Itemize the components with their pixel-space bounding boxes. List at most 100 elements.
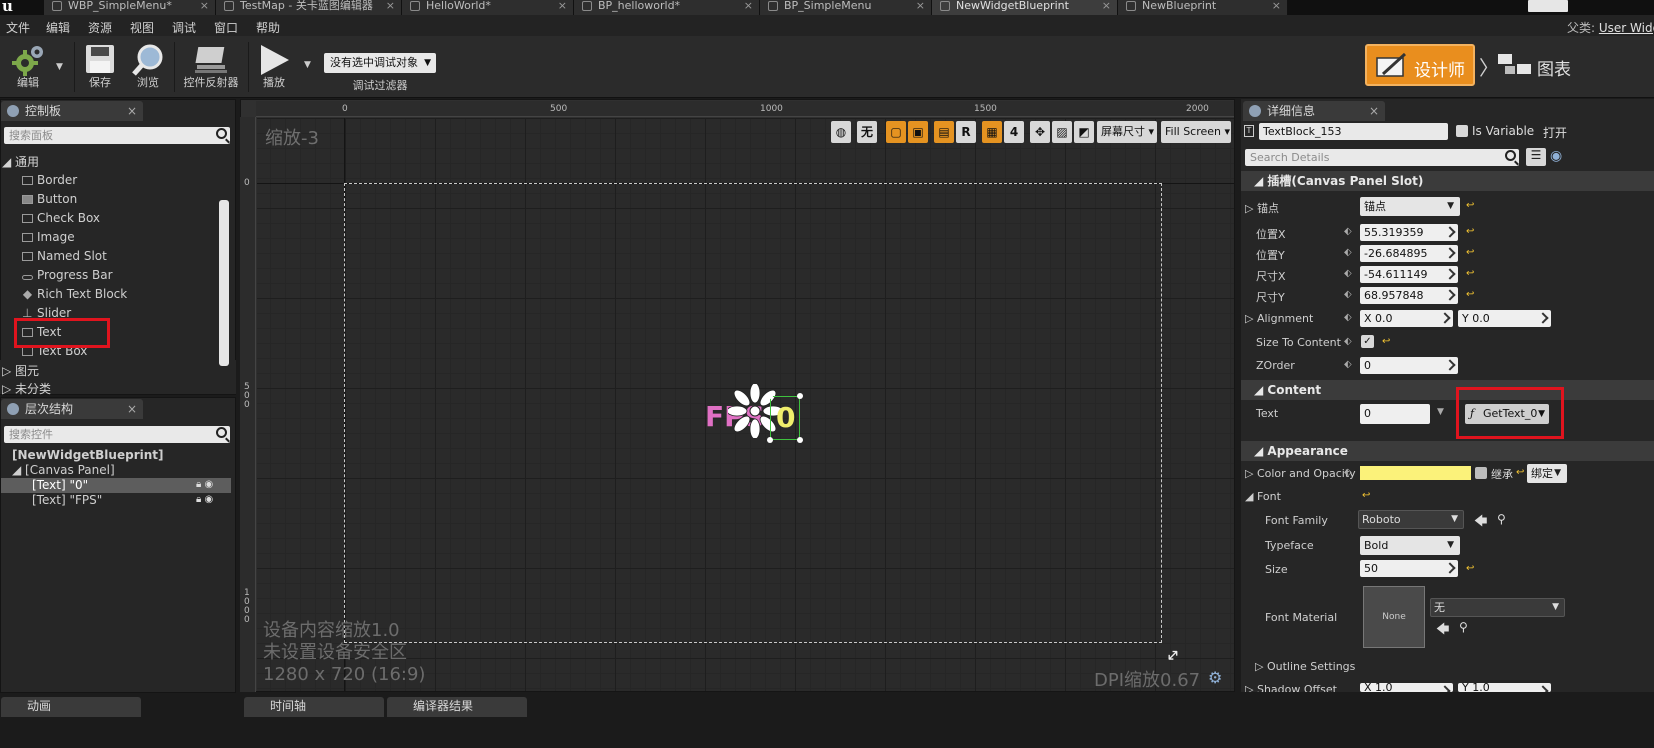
compile-button[interactable]: 编辑 — [2, 38, 54, 96]
menu-window[interactable]: 窗口 — [214, 19, 238, 36]
palette-category-uncategorized[interactable]: ▷ 未分类 — [2, 380, 51, 397]
grid-snap-icon[interactable]: ▦ — [982, 121, 1002, 143]
color-swatch[interactable] — [1360, 466, 1471, 480]
palette-category-primitive[interactable]: ▷ 图元 — [2, 362, 39, 379]
keyframe-icon[interactable]: ⬖ — [1344, 289, 1352, 300]
keyframe-icon[interactable]: ⬖ — [1344, 359, 1352, 370]
section-canvas-panel-slot[interactable]: ◢ 插槽(Canvas Panel Slot) — [1241, 171, 1654, 191]
use-selected-arrow-icon[interactable]: 🡄 — [1474, 512, 1487, 534]
reset-icon[interactable]: ↩ — [1466, 289, 1474, 300]
widget-reflector-button[interactable]: 控件反射器 — [178, 38, 244, 96]
tab-bp-simplemenu[interactable]: BP_SimpleMenu × — [760, 0, 932, 15]
keyframe-icon[interactable]: ⬖ — [1344, 268, 1352, 279]
tab-hierarchy[interactable]: 层次结构 × — [1, 399, 143, 419]
reset-icon[interactable]: ↩ — [1466, 247, 1474, 258]
pos-y-input[interactable]: -26.684895 — [1360, 245, 1458, 262]
reset-icon[interactable]: ↩ — [1382, 336, 1390, 347]
tab-details[interactable]: 详细信息 × — [1243, 101, 1385, 121]
alignment-y-input[interactable]: Y 0.0 — [1458, 310, 1551, 327]
hierarchy-search-input[interactable]: 搜索控件 — [4, 426, 230, 443]
browse-button[interactable]: 浏览 — [126, 38, 170, 96]
text-value-input[interactable]: 0 — [1360, 404, 1430, 424]
section-appearance[interactable]: ◢ Appearance — [1241, 441, 1654, 461]
play-button[interactable]: 播放 — [252, 38, 296, 96]
pos-x-input[interactable]: 55.319359 — [1360, 224, 1458, 241]
use-selected-arrow-icon[interactable]: 🡄 — [1436, 620, 1449, 642]
details-settings-eye-icon[interactable]: ◉ — [1550, 148, 1570, 166]
tab-compiler-results[interactable]: 编译器结果 — [387, 697, 527, 717]
font-material-select[interactable]: 无 ▼ — [1430, 598, 1565, 617]
palette-item-check-box[interactable]: Check Box — [22, 211, 100, 225]
compile-options-chevron-icon[interactable]: ▼ — [56, 62, 63, 72]
menu-debug[interactable]: 调试 — [172, 19, 196, 36]
close-icon[interactable]: × — [916, 0, 925, 11]
keyframe-icon[interactable]: ⬖ — [1344, 247, 1352, 258]
hierarchy-root[interactable]: [NewWidgetBlueprint] — [12, 448, 163, 462]
tab-helloworld[interactable]: HelloWorld* × — [402, 0, 574, 15]
palette-item-progress-bar[interactable]: Progress Bar — [22, 268, 113, 282]
anchor-dropdown[interactable]: 锚点 — [1360, 197, 1460, 216]
palette-item-border[interactable]: Border — [22, 173, 77, 187]
close-icon[interactable]: × — [386, 0, 395, 11]
close-icon[interactable]: × — [1102, 0, 1111, 11]
font-size-input[interactable]: 50 — [1360, 560, 1458, 577]
graph-mode-button[interactable]: 图表 — [1495, 48, 1654, 84]
screen-size-select[interactable]: 屏幕尺寸 ▾ — [1097, 121, 1157, 143]
dpi-settings-gear-icon[interactable]: ⚙ — [1208, 668, 1222, 687]
zoom-fit-icon[interactable]: ✥ — [1030, 121, 1050, 143]
zorder-input[interactable]: 0 — [1360, 357, 1458, 374]
details-search-input[interactable]: Search Details — [1245, 149, 1519, 166]
palette-scrollbar[interactable] — [219, 200, 229, 366]
palette-category-common[interactable]: ◢ 通用 — [2, 153, 39, 170]
alignment-x-input[interactable]: X 0.0 — [1360, 310, 1453, 327]
resize-handle[interactable] — [797, 437, 803, 443]
tab-timeline[interactable]: 时间轴 — [244, 697, 384, 717]
palette-item-image[interactable]: Image — [22, 230, 75, 244]
tab-testmap[interactable]: TestMap - 关卡蓝图编辑器 × — [216, 0, 402, 15]
outline-settings-label[interactable]: ▷ Outline Settings — [1241, 660, 1654, 673]
background-image-icon[interactable]: ▨ — [1052, 121, 1072, 143]
chevron-down-icon[interactable]: ▼ — [1437, 407, 1444, 417]
widget-name-input[interactable]: TextBlock_153 — [1259, 123, 1448, 140]
tab-bp-helloworld[interactable]: BP_helloworld* × — [574, 0, 760, 15]
lock-toggle-icon[interactable]: ▣ — [908, 121, 928, 143]
menu-edit[interactable]: 编辑 — [46, 19, 70, 36]
close-icon[interactable]: × — [200, 0, 209, 11]
palette-search-input[interactable]: 搜索面板 — [4, 127, 230, 144]
designer-mode-button[interactable]: 设计师 — [1365, 44, 1475, 86]
unreal-logo-icon[interactable]: u — [2, 0, 22, 15]
close-icon[interactable]: × — [1369, 101, 1379, 121]
close-icon[interactable]: × — [127, 399, 137, 419]
menu-asset[interactable]: 资源 — [88, 19, 112, 36]
grid-size-button[interactable]: 4 — [1004, 121, 1024, 143]
respect-locks-icon[interactable]: ▤ — [934, 121, 954, 143]
palette-item-button[interactable]: Button — [22, 192, 77, 206]
keyframe-icon[interactable]: ⬖ — [1344, 467, 1352, 478]
font-material-thumbnail[interactable]: None — [1363, 586, 1425, 648]
browse-asset-icon[interactable]: ⚲ — [1459, 620, 1468, 634]
tab-palette[interactable]: 控制板 × — [1, 101, 143, 121]
font-family-select[interactable]: Roboto ▼ — [1358, 510, 1464, 529]
localization-globe-icon[interactable]: ◍ — [831, 121, 851, 143]
debug-object-select[interactable]: 没有选中调试对象 ▼ — [324, 53, 436, 73]
resize-handle[interactable] — [767, 437, 773, 443]
play-options-chevron-icon[interactable]: ▼ — [304, 60, 311, 70]
reset-icon[interactable]: ↩ — [1362, 490, 1370, 501]
reset-icon[interactable]: ↩ — [1466, 226, 1474, 237]
resize-handle[interactable] — [767, 393, 773, 399]
section-content[interactable]: ◢ Content — [1241, 380, 1654, 400]
typeface-dropdown[interactable]: Bold — [1360, 536, 1460, 555]
tab-newblueprint[interactable]: NewBlueprint × — [1118, 0, 1288, 15]
is-variable-checkbox[interactable] — [1456, 125, 1468, 137]
reset-icon[interactable]: ↩ — [1516, 467, 1524, 478]
window-controls[interactable] — [1528, 0, 1568, 12]
reset-icon[interactable]: ↩ — [1466, 200, 1474, 211]
menu-view[interactable]: 视图 — [130, 19, 154, 36]
localization-none-button[interactable]: 无 — [857, 121, 877, 143]
bind-dropdown[interactable]: 绑定 — [1527, 464, 1567, 483]
bind-function-button[interactable]: ƒ GetText_0 ▼ — [1465, 404, 1549, 424]
keyframe-icon[interactable]: ⬖ — [1344, 312, 1352, 323]
browse-asset-icon[interactable]: ⚲ — [1497, 512, 1506, 526]
save-button[interactable]: 保存 — [78, 38, 122, 96]
hierarchy-text-0[interactable]: [Text] "0" — [32, 478, 88, 492]
